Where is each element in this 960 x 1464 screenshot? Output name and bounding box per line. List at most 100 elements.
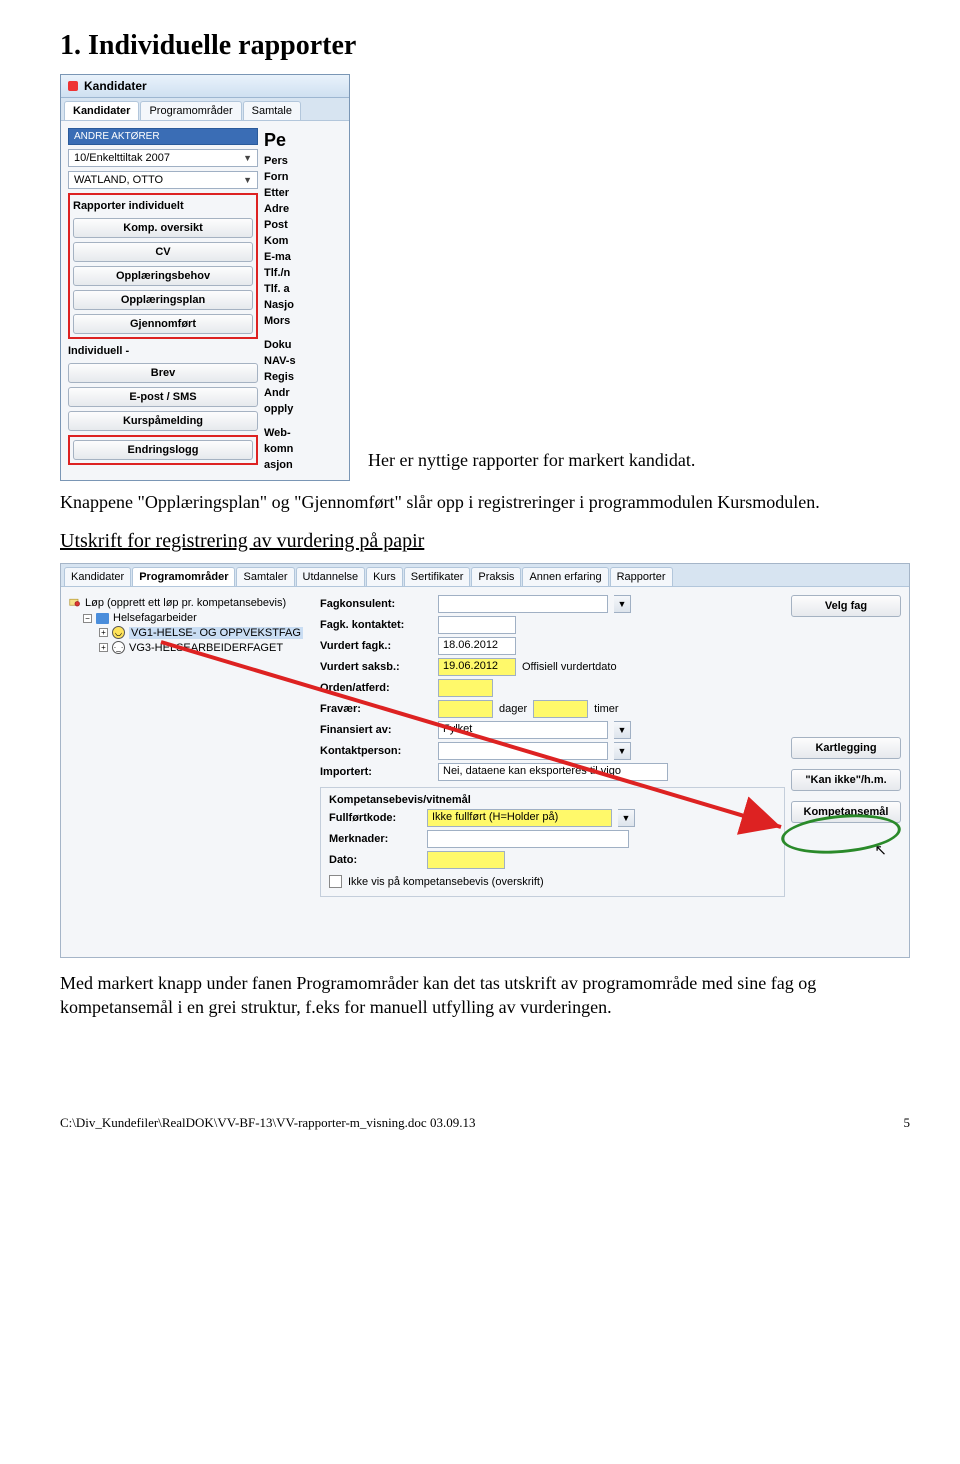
tabs-row-wide: Kandidater Programområder Samtaler Utdan… xyxy=(61,564,909,587)
side-buttons: Velg fag Kartlegging "Kan ikke"/h.m. Kom… xyxy=(791,595,901,949)
importert-value: Nei, dataene kan eksporteres til vigo xyxy=(438,763,668,781)
right-label: Kom xyxy=(264,233,314,249)
cv-button[interactable]: CV xyxy=(73,242,253,262)
right-label: Adre xyxy=(264,201,314,217)
tab-praksis[interactable]: Praksis xyxy=(471,567,521,586)
individuell-header: Individuell - xyxy=(68,343,258,359)
orden-input[interactable] xyxy=(438,679,493,697)
kontakt-label: Kontaktperson: xyxy=(320,745,432,757)
tab-programomrader[interactable]: Programområder xyxy=(140,101,241,120)
chevron-down-icon[interactable]: ▼ xyxy=(618,809,635,827)
kurspamelding-button[interactable]: Kurspåmelding xyxy=(68,411,258,431)
tab-samtaler[interactable]: Samtaler xyxy=(236,567,294,586)
tab-kandidater[interactable]: Kandidater xyxy=(64,101,139,120)
tab-samtale[interactable]: Samtale xyxy=(243,101,301,120)
left-column: ANDRE AKTØRER 10/Enkelttiltak 2007▼ WATL… xyxy=(68,128,258,473)
page-footer: C:\Div_Kundefiler\RealDOK\VV-BF-13\VV-ra… xyxy=(60,1109,910,1131)
endringslogg-highlight: Endringslogg xyxy=(68,435,258,465)
tree-item-row[interactable]: + ◡ VG1-HELSE- OG OPPVEKSTFAG xyxy=(99,625,314,640)
fagkonsulent-label: Fagkonsulent: xyxy=(320,598,432,610)
right-label: E-ma xyxy=(264,249,314,265)
group-selector[interactable]: ANDRE AKTØRER xyxy=(68,128,258,145)
fravaer-dager-input[interactable] xyxy=(438,700,493,718)
expand-icon[interactable]: + xyxy=(99,628,108,637)
velg-fag-button[interactable]: Velg fag xyxy=(791,595,901,617)
merknader-input[interactable] xyxy=(427,830,629,848)
right-label: Tlf./n xyxy=(264,265,314,281)
tree-item-label: VG1-HELSE- OG OPPVEKSTFAG xyxy=(129,627,303,639)
tab-annen-erfaring[interactable]: Annen erfaring xyxy=(522,567,608,586)
chevron-down-icon: ▼ xyxy=(243,175,252,185)
right-label: Post xyxy=(264,217,314,233)
komp-oversikt-button[interactable]: Komp. oversikt xyxy=(73,218,253,238)
window-titlebar: Kandidater xyxy=(61,75,349,98)
brev-button[interactable]: Brev xyxy=(68,363,258,383)
window-title: Kandidater xyxy=(84,79,147,93)
kontaktperson-input[interactable] xyxy=(438,742,608,760)
right-label: NAV-s xyxy=(264,353,314,369)
orden-label: Orden/atferd: xyxy=(320,682,432,694)
endringslogg-button[interactable]: Endringslogg xyxy=(73,440,253,460)
certificate-icon xyxy=(69,597,81,609)
vurdert-fagk-input[interactable]: 18.06.2012 xyxy=(438,637,516,655)
tiltak-combo[interactable]: 10/Enkelttiltak 2007▼ xyxy=(68,149,258,167)
tab-kurs[interactable]: Kurs xyxy=(366,567,403,586)
folder-icon xyxy=(96,613,109,624)
vurdert-fagk-label: Vurdert fagk.: xyxy=(320,640,432,652)
dato-input[interactable] xyxy=(427,851,505,869)
page-heading: 1. Individuelle rapporter xyxy=(60,30,910,62)
right-label: opply xyxy=(264,401,314,417)
kartlegging-button[interactable]: Kartlegging xyxy=(791,737,901,759)
right-label: asjon xyxy=(264,457,314,473)
kan-ikke-button[interactable]: "Kan ikke"/h.m. xyxy=(791,769,901,791)
chevron-down-icon[interactable]: ▼ xyxy=(614,721,631,739)
smile-icon: ◡ xyxy=(112,626,125,639)
merk-label: Merknader: xyxy=(329,833,421,845)
finans-input[interactable]: Fylket xyxy=(438,721,608,739)
right-label: Regis xyxy=(264,369,314,385)
right-slice: Pe Pers Forn Etter Adre Post Kom E-ma Tl… xyxy=(264,128,314,473)
kontaktet-input[interactable] xyxy=(438,616,516,634)
page-number: 5 xyxy=(904,1115,911,1131)
vurdert-saksb-input[interactable]: 19.06.2012 xyxy=(438,658,516,676)
tree-panel: Løp (opprett ett løp pr. kompetansebevis… xyxy=(69,595,314,949)
intro-text: Her er nyttige rapporter for markert kan… xyxy=(368,450,695,481)
tree-item-row[interactable]: + ·_· VG3-HELSEARBEIDERFAGET xyxy=(99,640,314,655)
vurdert-saksb-label: Vurdert saksb.: xyxy=(320,661,432,673)
kompetansemal-button[interactable]: Kompetansemål xyxy=(791,801,901,823)
tab-kandidater[interactable]: Kandidater xyxy=(64,567,131,586)
panel-body: ANDRE AKTØRER 10/Enkelttiltak 2007▼ WATL… xyxy=(61,121,349,480)
kontaktet-label: Fagk. kontaktet: xyxy=(320,619,432,631)
checkbox-row[interactable]: Ikke vis på kompetansebevis (overskrift) xyxy=(329,875,776,888)
gjennomfort-button[interactable]: Gjennomført xyxy=(73,314,253,334)
person-combo[interactable]: WATLAND, OTTO▼ xyxy=(68,171,258,189)
expand-icon[interactable]: + xyxy=(99,643,108,652)
tab-rapporter[interactable]: Rapporter xyxy=(610,567,673,586)
import-label: Importert: xyxy=(320,766,432,778)
right-header: Pe xyxy=(264,128,314,153)
right-label: Tlf. a xyxy=(264,281,314,297)
checkbox-icon[interactable] xyxy=(329,875,342,888)
tree-item-label: VG3-HELSEARBEIDERFAGET xyxy=(129,642,283,654)
intro-block: Kandidater Kandidater Programområder Sam… xyxy=(60,74,910,481)
right-label: Pers xyxy=(264,153,314,169)
right-label: Nasjo xyxy=(264,297,314,313)
tab-sertifikater[interactable]: Sertifikater xyxy=(404,567,471,586)
footer-path: C:\Div_Kundefiler\RealDOK\VV-BF-13\VV-ra… xyxy=(60,1115,475,1131)
tree-root-row[interactable]: − Helsefagarbeider xyxy=(83,611,314,625)
fravaer-timer-input[interactable] xyxy=(533,700,588,718)
right-label: Web- xyxy=(264,425,314,441)
collapse-icon[interactable]: − xyxy=(83,614,92,623)
opplaeringsplan-button[interactable]: Opplæringsplan xyxy=(73,290,253,310)
chevron-down-icon[interactable]: ▼ xyxy=(614,742,631,760)
kandidater-window: Kandidater Kandidater Programområder Sam… xyxy=(60,74,350,481)
tab-programomrader[interactable]: Programområder xyxy=(132,567,235,586)
chevron-down-icon[interactable]: ▼ xyxy=(614,595,631,613)
opplaeringsbehov-button[interactable]: Opplæringsbehov xyxy=(73,266,253,286)
tabs-row: Kandidater Programområder Samtale xyxy=(61,98,349,121)
epost-sms-button[interactable]: E-post / SMS xyxy=(68,387,258,407)
tab-utdannelse[interactable]: Utdannelse xyxy=(296,567,366,586)
right-label: Mors xyxy=(264,313,314,329)
fullfortkode-input[interactable]: Ikke fullført (H=Holder på) xyxy=(427,809,612,827)
fagkonsulent-input[interactable] xyxy=(438,595,608,613)
